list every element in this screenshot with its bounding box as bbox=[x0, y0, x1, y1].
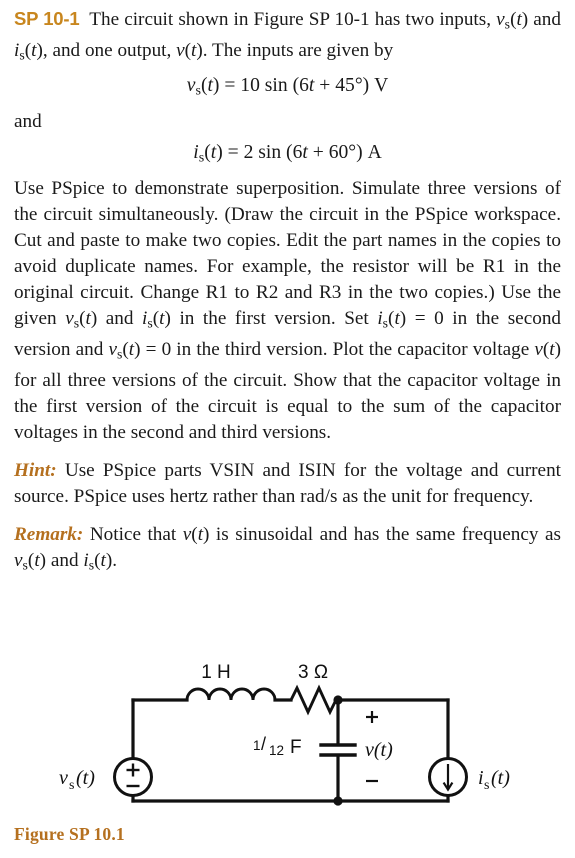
capacitor-numerator: 1 bbox=[253, 738, 261, 753]
circuit-diagram: 1 H 3 Ω 1 / 12 F v(t) v s (t) i s (t) bbox=[59, 662, 510, 806]
junction-dot-bottom bbox=[333, 796, 343, 806]
inductor-label: 1 H bbox=[201, 662, 231, 683]
resistor-label: 3 Ω bbox=[298, 662, 328, 683]
svg-text:(t): (t) bbox=[491, 767, 510, 789]
svg-text:s: s bbox=[69, 778, 74, 793]
resistor-symbol bbox=[289, 684, 338, 716]
remark-label: Remark: bbox=[14, 524, 84, 546]
svg-text:v: v bbox=[59, 767, 68, 789]
svg-text:(t): (t) bbox=[76, 767, 95, 789]
output-voltage-label: v(t) bbox=[365, 739, 393, 761]
current-source-label: i s (t) bbox=[478, 767, 510, 793]
svg-text:s: s bbox=[484, 778, 489, 793]
text-column: SP 10-1 The circuit shown in Figure SP 1… bbox=[14, 6, 561, 579]
remark-paragraph: Remark: Notice that v(t) is sinusoidal a… bbox=[14, 524, 561, 573]
equation-is: is(t) = 2 sin (6t + 60°) A bbox=[193, 142, 382, 166]
problem-intro-line1: The circuit shown in Figure SP 10-1 has … bbox=[14, 9, 561, 63]
problem-statement-paragraph: SP 10-1 The circuit shown in Figure SP 1… bbox=[14, 6, 561, 68]
figure-caption: Figure SP 10.1 bbox=[14, 824, 125, 844]
capacitor-unit: F bbox=[290, 737, 302, 758]
capacitor-label: 1 / 12 F bbox=[253, 734, 302, 758]
hint-paragraph: Hint: Use PSpice parts VSIN and ISIN for… bbox=[14, 459, 561, 507]
textbook-page: SP 10-1 The circuit shown in Figure SP 1… bbox=[0, 0, 575, 858]
equation-vs: vs(t) = 10 sin (6t + 45°) V bbox=[186, 75, 389, 100]
capacitor-denominator: 12 bbox=[269, 743, 284, 758]
voltage-source-label: v s (t) bbox=[59, 767, 95, 793]
problem-id: SP 10-1 bbox=[14, 8, 80, 29]
instructions-paragraph: Use PSpice to demonstrate superposition.… bbox=[14, 177, 562, 443]
capacitor-slash: / bbox=[261, 734, 266, 754]
and-connector: and bbox=[14, 111, 42, 133]
svg-text:i: i bbox=[478, 767, 484, 789]
junction-dot-top bbox=[333, 695, 343, 705]
inductor-symbol bbox=[185, 687, 277, 702]
hint-label: Hint: bbox=[14, 459, 57, 481]
